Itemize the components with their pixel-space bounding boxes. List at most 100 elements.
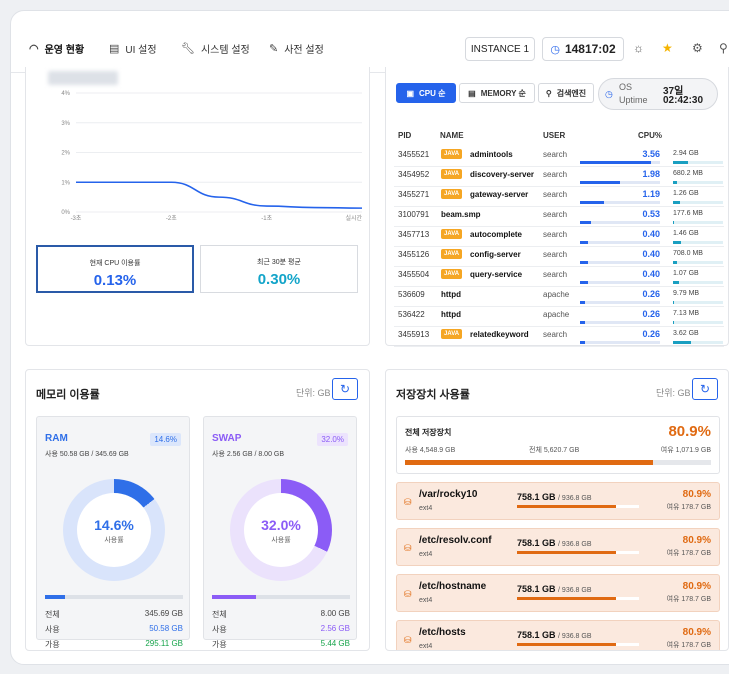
col-cpu: CPU% bbox=[638, 131, 663, 140]
device-usage: 758.1 GB / 936.8 GB bbox=[517, 584, 592, 594]
os-uptime-badge: ◷ OS Uptime 37일 02:42:30 bbox=[598, 78, 718, 110]
cpu-series-line bbox=[76, 181, 363, 209]
process-row[interactable]: 536609 httpd apache 0.26 9.79 MB bbox=[394, 286, 724, 306]
avg-cpu-value: 0.30% bbox=[257, 271, 301, 288]
process-pid: 3455521 bbox=[398, 150, 430, 159]
device-path: /etc/hosts bbox=[419, 627, 466, 638]
swap-used-label: 사용률 bbox=[271, 537, 291, 544]
storage-device-row[interactable]: ⛁ /etc/resolv.conf ext4 758.1 GB / 936.8 GB… bbox=[396, 528, 720, 566]
sort-memory-button[interactable]: ▤ MEMORY 순 bbox=[459, 83, 535, 103]
process-cpu: 0.26 bbox=[642, 289, 660, 299]
process-cpu-bar bbox=[580, 281, 660, 284]
clock-icon: ◷ bbox=[605, 89, 613, 99]
process-memory-bar bbox=[673, 281, 723, 284]
drive-icon: ⛁ bbox=[404, 635, 412, 645]
process-name: relatedkeyword bbox=[470, 330, 529, 339]
blurred-title bbox=[48, 71, 118, 85]
process-memory: 7.13 MB bbox=[673, 310, 700, 317]
y-tick-label: 1% bbox=[61, 180, 70, 186]
process-cpu: 0.40 bbox=[642, 249, 660, 259]
process-user: apache bbox=[543, 310, 570, 319]
total-storage-bar bbox=[405, 460, 711, 465]
storage-refresh-button[interactable]: ↻ bbox=[692, 378, 718, 400]
memory-icon: ▤ bbox=[468, 88, 476, 98]
cpu-panel: 0% 1% 2% 3% 4% -3초 -2초 -1초 실시간 현재 CPU 이용률 0.13% … bbox=[25, 67, 370, 346]
process-cpu-bar bbox=[580, 321, 660, 324]
device-free: 여유 178.7 GB bbox=[666, 596, 711, 603]
tab-operation-status[interactable]: ◠ 운영 현황 bbox=[29, 41, 84, 56]
sort-cpu-button[interactable]: ▣ CPU 순 bbox=[396, 83, 456, 103]
current-cpu-value: 0.13% bbox=[93, 272, 137, 289]
storage-device-row[interactable]: ⛁ /etc/hostname ext4 758.1 GB / 936.8 GB 80.… bbox=[396, 574, 720, 612]
instance-selector[interactable]: INSTANCE 1 bbox=[465, 37, 535, 61]
process-row[interactable]: 3100791 beam.smp search 0.53 177.6 MB bbox=[394, 206, 724, 226]
swap-badge: 32.0% bbox=[317, 433, 348, 446]
process-row[interactable]: 3455521 JAVA admintools search 3.56 2.94 GB bbox=[394, 146, 724, 166]
process-row[interactable]: 536422 httpd apache 0.26 7.13 MB bbox=[394, 306, 724, 326]
process-row[interactable]: 3455126 JAVA config-server search 0.40 708.0 … bbox=[394, 246, 724, 266]
ram-avail-row: 가용 295.11 GB bbox=[45, 639, 183, 649]
process-pid: 3455504 bbox=[398, 270, 430, 279]
process-pid: 3455271 bbox=[398, 190, 430, 199]
process-row[interactable]: 3455271 JAVA gateway-server search 1.19 1.26 … bbox=[394, 186, 724, 206]
tab-dictionary-settings[interactable]: ✎ 사전 설정 bbox=[269, 41, 324, 56]
process-name: config-server bbox=[470, 250, 521, 259]
col-pid: PID bbox=[398, 131, 412, 140]
process-row[interactable]: 3454952 JAVA discovery-server search 1.98 680… bbox=[394, 166, 724, 186]
process-cpu: 0.53 bbox=[642, 209, 660, 219]
process-row[interactable]: 3457713 JAVA autocomplete search 0.40 1.46 GB bbox=[394, 226, 724, 246]
process-name: admintools bbox=[470, 150, 513, 159]
ram-title: RAM bbox=[45, 433, 68, 444]
process-name: beam.smp bbox=[441, 210, 481, 219]
process-cpu: 0.26 bbox=[642, 309, 660, 319]
cpu-icon: ▣ bbox=[406, 88, 415, 98]
theme-toggle-icon[interactable]: ☼ bbox=[633, 41, 644, 55]
process-memory: 2.94 GB bbox=[673, 150, 699, 157]
memory-refresh-button[interactable]: ↻ bbox=[332, 378, 358, 400]
process-cpu-bar bbox=[580, 261, 660, 264]
search-engine-button[interactable]: ⚲ 검색엔진 bbox=[538, 83, 594, 103]
gear-icon[interactable]: ⚙ bbox=[692, 41, 703, 55]
ram-bar bbox=[45, 595, 183, 599]
current-cpu-label: 현재 CPU 이용률 bbox=[89, 260, 141, 267]
process-memory-bar bbox=[673, 161, 723, 164]
process-memory-bar bbox=[673, 301, 723, 304]
uptime-clock: ◷ 14817:02 bbox=[542, 37, 624, 61]
device-path: /var/rocky10 bbox=[419, 489, 478, 500]
device-free: 여유 178.7 GB bbox=[666, 504, 711, 511]
star-icon[interactable]: ★ bbox=[662, 41, 673, 55]
ram-total-row: 전체 345.69 GB bbox=[45, 609, 183, 619]
storage-title: 저장장치 사용률 bbox=[396, 389, 470, 401]
wrench-icon: 🔧︎ bbox=[181, 43, 195, 55]
device-usage-bar bbox=[517, 597, 639, 600]
process-cpu-bar bbox=[580, 221, 660, 224]
storage-device-row[interactable]: ⛁ /var/rocky10 ext4 758.1 GB / 936.8 GB 80.9… bbox=[396, 482, 720, 520]
drive-icon: ⛁ bbox=[404, 589, 412, 599]
storage-device-row[interactable]: ⛁ /etc/hosts ext4 758.1 GB / 936.8 GB 80.9% 여… bbox=[396, 620, 720, 650]
x-tick-label: -1초 bbox=[261, 215, 272, 222]
ram-donut: 14.6% 사용률 bbox=[63, 479, 165, 581]
process-name: httpd bbox=[441, 290, 461, 299]
total-storage-percent: 80.9% bbox=[668, 423, 711, 440]
device-usage-bar bbox=[517, 643, 639, 646]
memory-unit: 단위: GB bbox=[296, 388, 331, 398]
process-pid: 3455126 bbox=[398, 250, 430, 259]
process-name: gateway-server bbox=[470, 190, 529, 199]
y-tick-label: 2% bbox=[61, 151, 70, 157]
ram-sub: 사용 50.58 GB / 345.69 GB bbox=[45, 451, 129, 458]
tab-system-settings[interactable]: 🔧︎ 시스템 설정 bbox=[181, 41, 250, 56]
process-cpu: 1.98 bbox=[642, 169, 660, 179]
total-storage-used: 사용 4,548.9 GB bbox=[405, 447, 456, 454]
tab-ui-settings[interactable]: ▤ UI 설정 bbox=[109, 41, 157, 56]
storage-unit: 단위: GB bbox=[656, 388, 691, 398]
java-badge: JAVA bbox=[441, 169, 463, 179]
user-icon[interactable]: ⚲ bbox=[719, 41, 728, 55]
process-row[interactable]: 3455504 JAVA query-service search 0.40 1.07 G… bbox=[394, 266, 724, 286]
col-name: NAME bbox=[440, 131, 464, 140]
process-pid: 3455913 bbox=[398, 330, 430, 339]
swap-avail-row: 가용 5.44 GB bbox=[212, 639, 350, 649]
process-row[interactable]: 3455913 JAVA relatedkeyword search 0.26 3.62 … bbox=[394, 326, 724, 346]
total-storage-label: 전체 저장장치 bbox=[405, 428, 452, 437]
process-panel: ▣ CPU 순 ▤ MEMORY 순 ⚲ 검색엔진 ◷ OS Uptime 37일 0… bbox=[385, 67, 729, 347]
process-cpu: 0.40 bbox=[642, 269, 660, 279]
